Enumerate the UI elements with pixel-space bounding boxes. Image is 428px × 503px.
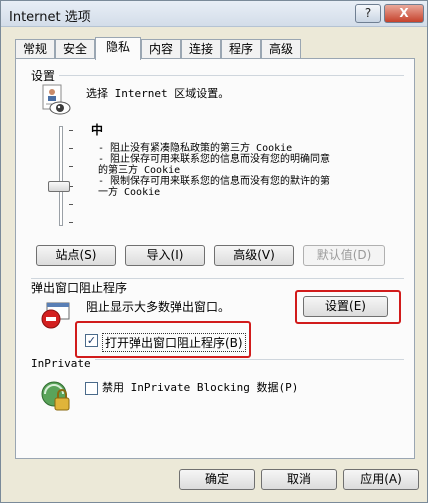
inprivate-blocking-checkbox[interactable] [85,382,98,395]
apply-button[interactable]: 应用(A) [343,469,419,490]
description-line: 的第三方 Cookie [98,165,181,176]
privacy-document-icon [39,83,73,117]
inprivate-group-label: InPrivate [31,358,95,369]
settings-group-divider [59,75,404,76]
description-line: - 阻止没有紧凑隐私政策的第三方 Cookie [98,143,293,154]
privacy-level-name: 中 [91,123,104,137]
privacy-level-slider-track[interactable] [59,126,63,226]
advanced-button[interactable]: 高级(V) [214,245,294,266]
settings-instruction: 选择 Internet 区域设置。 [86,87,230,100]
privacy-level-slider-thumb[interactable] [48,181,70,192]
slider-tick [69,204,73,205]
privacy-level-description: - 阻止没有紧凑隐私政策的第三方 Cookie - 阻止保存可用来联系您的信息而… [98,143,398,198]
sites-button[interactable]: 站点(S) [36,245,116,266]
slider-tick [69,148,73,149]
enable-popup-blocker-label[interactable]: 打开弹出窗口阻止程序(B) [102,333,246,352]
settings-group-label: 设置 [31,67,60,84]
description-line: - 限制保存可用来联系您的信息而没有您的默许的第 [98,176,331,187]
title-bar: Internet 选项 ? X [1,1,427,27]
default-button[interactable]: 默认值(D) [303,245,385,266]
cancel-button[interactable]: 取消 [261,469,337,490]
popup-blocked-icon [39,301,71,331]
slider-tick [69,166,73,167]
tab-security[interactable]: 安全 [55,39,95,59]
internet-options-dialog: Internet 选项 ? X 常规 安全 隐私 内容 连接 程序 高级 设置 … [0,0,428,503]
description-line: - 阻止保存可用来联系您的信息而没有您的明确同意 [98,154,331,165]
window-title: Internet 选项 [9,10,91,25]
inprivate-blocking-label[interactable]: 禁用 InPrivate Blocking 数据(P) [102,382,298,393]
tab-privacy[interactable]: 隐私 [95,37,141,60]
close-button[interactable]: X [384,4,424,23]
import-button[interactable]: 导入(I) [125,245,205,266]
inprivate-lock-icon [39,379,73,413]
tab-general[interactable]: 常规 [15,39,55,59]
enable-popup-blocker-checkbox[interactable]: ✓ [85,334,98,347]
popup-group-label: 弹出窗口阻止程序 [31,279,128,296]
tab-content[interactable]: 内容 [141,39,181,59]
ok-button[interactable]: 确定 [179,469,255,490]
slider-tick [69,222,73,223]
tab-connections[interactable]: 连接 [181,39,221,59]
description-line: 一方 Cookie [98,187,161,198]
tab-programs[interactable]: 程序 [221,39,261,59]
help-button[interactable]: ? [355,4,381,23]
popup-blocker-description: 阻止显示大多数弹出窗口。 [86,300,231,314]
slider-tick [69,130,73,131]
tab-advanced[interactable]: 高级 [261,39,301,59]
popup-settings-button[interactable]: 设置(E) [303,296,388,317]
